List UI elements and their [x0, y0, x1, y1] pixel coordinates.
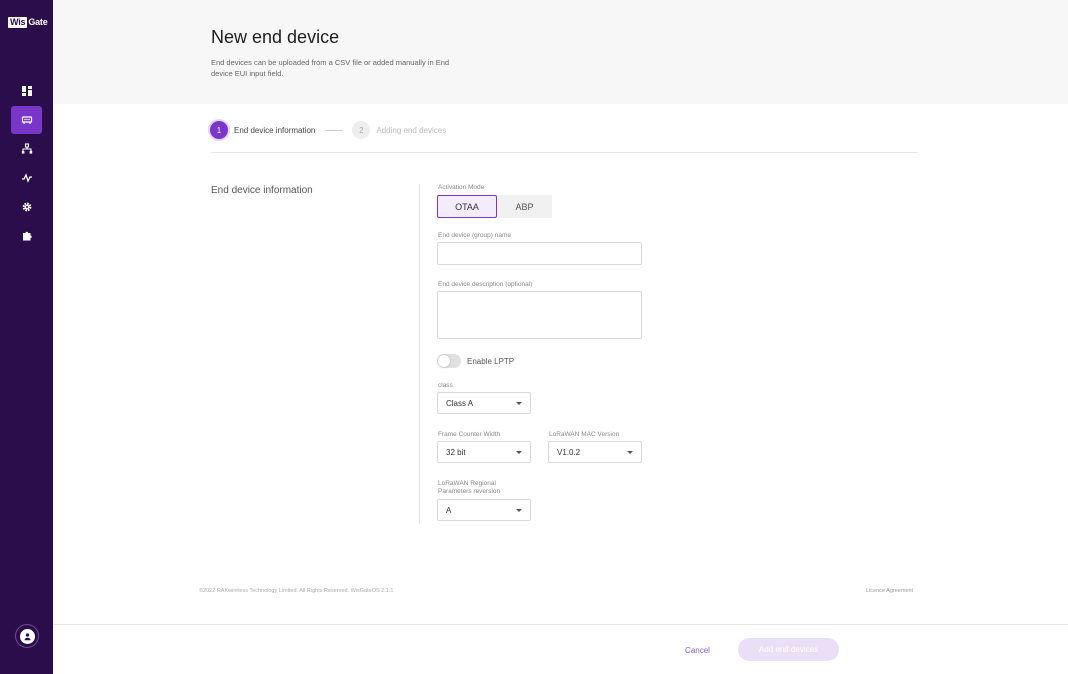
caret-down-icon: [627, 451, 633, 454]
frame-counter-select[interactable]: 32 bit: [437, 441, 531, 463]
caret-down-icon: [516, 402, 522, 405]
licence-agreement-link[interactable]: Licence Agreement: [866, 588, 913, 594]
logo-prefix: Wis: [8, 16, 28, 28]
caret-down-icon: [516, 509, 522, 512]
otaa-option[interactable]: OTAA: [437, 195, 497, 218]
step-2-number: 2: [352, 121, 371, 139]
sidebar: Wis Gate: [0, 0, 53, 674]
activity-icon: [21, 173, 32, 183]
puzzle-icon: [22, 231, 32, 241]
class-value: Class A: [446, 399, 474, 408]
regional-label-line1: LoRaWAN Regional: [438, 480, 496, 487]
mac-version-value: V1.0.2: [557, 448, 581, 457]
step-connector: [325, 129, 344, 131]
regional-label-line2: Parameters reversion: [438, 488, 501, 495]
logo-suffix: Gate: [28, 17, 48, 27]
step-1-label: End device information: [234, 125, 316, 135]
activation-mode-label: Activation Mode: [438, 184, 485, 191]
action-bar: [53, 624, 1068, 674]
frame-counter-label: Frame Counter Width: [438, 431, 501, 438]
wisgate-logo[interactable]: Wis Gate: [8, 16, 48, 28]
step-2-label: Adding end devices: [376, 125, 447, 135]
frame-counter-value: 32 bit: [446, 448, 466, 457]
nav-lora-network[interactable]: [11, 106, 42, 134]
device-name-input[interactable]: [437, 242, 642, 265]
add-end-devices-button[interactable]: Add end devices: [738, 638, 839, 661]
nav-extensions[interactable]: [11, 222, 42, 250]
activation-mode-toggle: OTAA ABP: [437, 195, 552, 218]
lptp-toggle[interactable]: [437, 354, 461, 368]
stepper-divider: [211, 152, 918, 153]
nav-dashboard[interactable]: [11, 77, 42, 105]
cancel-button[interactable]: Cancel: [670, 640, 725, 660]
regional-params-label: LoRaWAN Regional Parameters reversion: [438, 480, 500, 496]
mac-version-label: LoRaWAN MAC Version: [549, 431, 620, 438]
nav-settings[interactable]: [11, 193, 42, 221]
device-description-label: End device description (optional): [438, 281, 533, 288]
class-label: class: [438, 382, 453, 389]
caret-down-icon: [516, 451, 522, 454]
lptp-label: Enable LPTP: [467, 357, 515, 366]
network-tree-icon: [21, 143, 32, 154]
gear-icon: [22, 202, 31, 212]
section-divider: [419, 184, 420, 524]
section-title: End device information: [211, 185, 313, 196]
user-icon: [24, 632, 30, 640]
user-avatar[interactable]: [15, 624, 39, 648]
regional-params-select[interactable]: A: [437, 499, 531, 521]
page-title: New end device: [211, 27, 340, 47]
nav-network[interactable]: [11, 135, 42, 163]
class-select[interactable]: Class A: [437, 392, 531, 414]
stepper: 1 End device information 2 Adding end de…: [210, 121, 446, 139]
device-description-textarea[interactable]: [437, 291, 642, 339]
page-header: [53, 0, 1068, 104]
gateway-icon: [21, 116, 32, 124]
mac-version-select[interactable]: V1.0.2: [548, 441, 642, 463]
page-description: End devices can be uploaded from a CSV f…: [211, 58, 450, 78]
step-1-number: 1: [210, 121, 228, 139]
dashboard-icon: [21, 86, 32, 96]
copyright-text: ©2022 RAKwireless Technology Limited. Al…: [199, 588, 394, 594]
device-name-label: End device (group) name: [438, 232, 511, 239]
abp-option[interactable]: ABP: [497, 195, 552, 218]
toggle-knob: [438, 355, 450, 367]
nav-diagnostics[interactable]: [11, 164, 42, 192]
regional-params-value: A: [446, 506, 452, 515]
